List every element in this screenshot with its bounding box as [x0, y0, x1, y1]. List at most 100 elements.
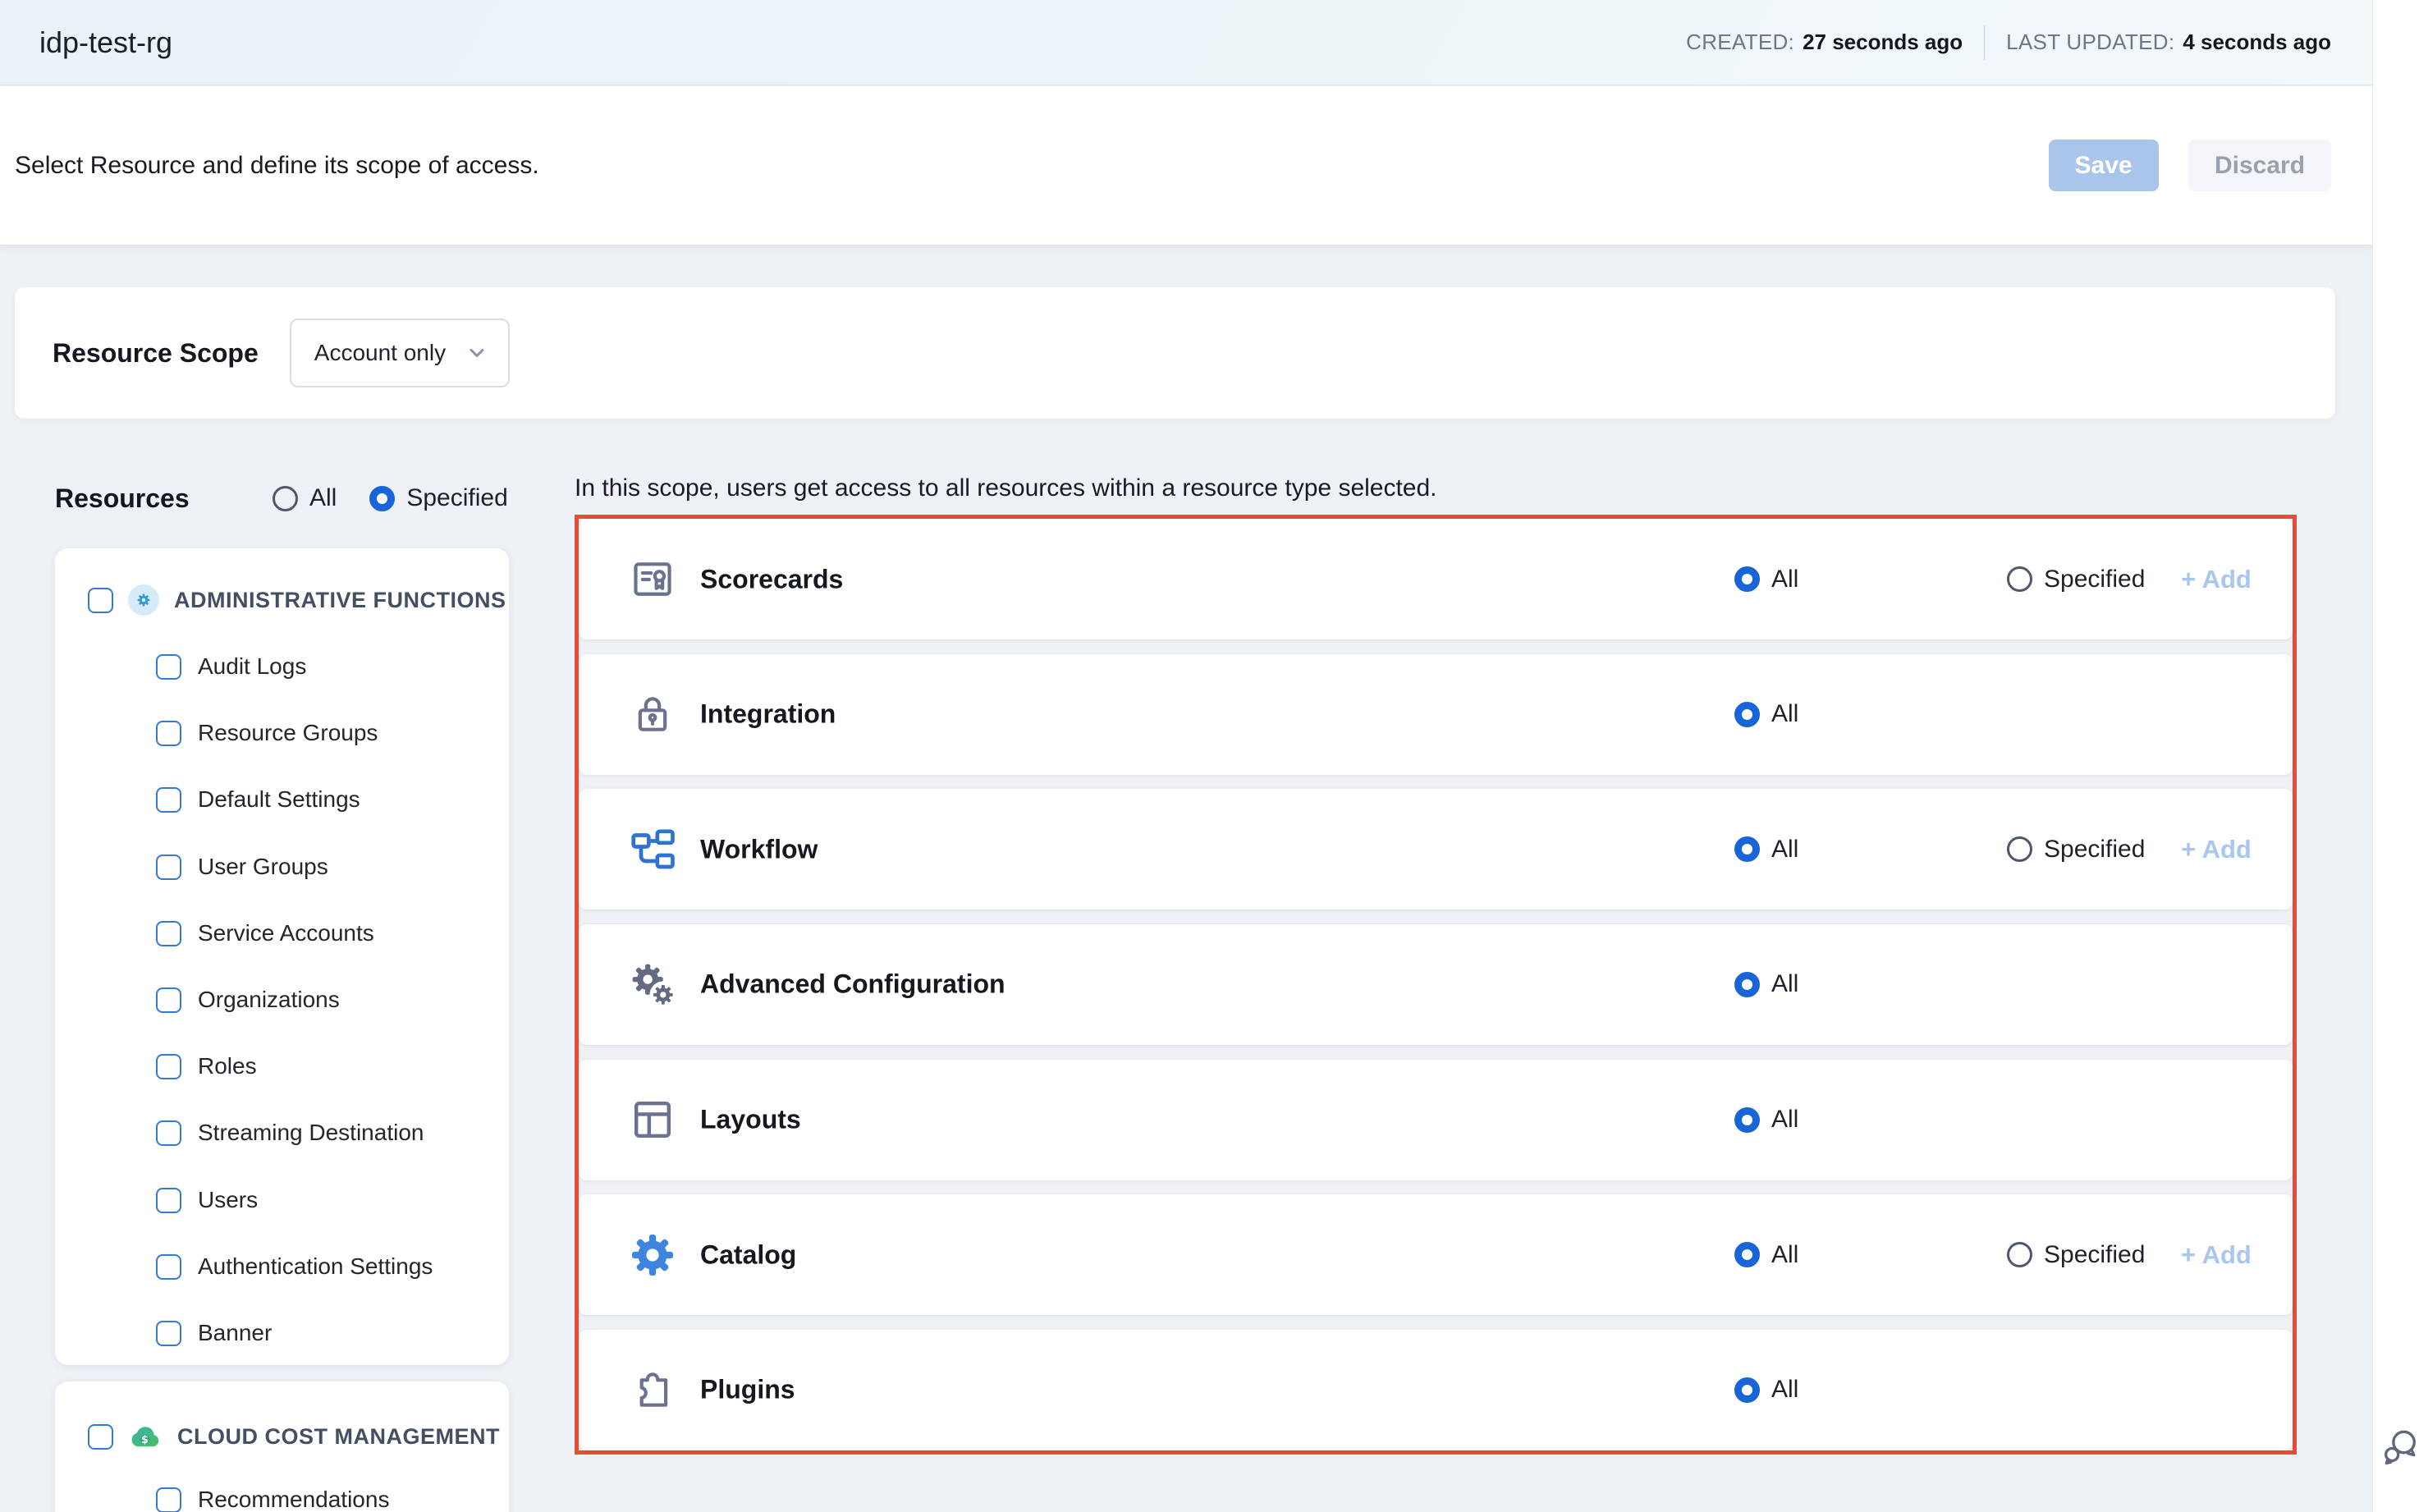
resource-type-label: Advanced Configuration	[700, 969, 1006, 1000]
add-button[interactable]: + Add	[2181, 1240, 2252, 1270]
resource-item-row: Default Settings	[156, 779, 360, 820]
item-checkbox[interactable]	[156, 855, 181, 880]
resource-scope-value: Account only	[314, 340, 446, 366]
resource-type-label: Layouts	[700, 1105, 801, 1135]
resource-type-label: Catalog	[700, 1239, 796, 1270]
all-radio-group[interactable]: All	[1734, 970, 1798, 998]
resources-header: Resources All Specified	[55, 474, 508, 522]
resource-item-row: Organizations	[156, 979, 340, 1020]
resource-item-label: User Groups	[198, 854, 328, 880]
item-checkbox[interactable]	[156, 1120, 181, 1146]
resource-type-row: ScorecardsAllSpecified+ Add	[579, 519, 2293, 639]
updated-value: 4 seconds ago	[2183, 30, 2331, 55]
radio-selected-icon[interactable]	[1734, 972, 1760, 997]
resource-item-label: Resource Groups	[198, 720, 378, 746]
created-label: CREATED:	[1686, 30, 1794, 55]
resource-item-row: Users	[156, 1180, 258, 1221]
resource-type-label: Workflow	[700, 834, 818, 864]
resource-scope-dropdown[interactable]: Account only	[290, 318, 510, 387]
specified-radio-group[interactable]: Specified	[2007, 836, 2145, 864]
all-radio-label[interactable]: All	[1771, 970, 1798, 998]
group-checkbox[interactable]	[88, 1424, 113, 1450]
add-button[interactable]: + Add	[2181, 835, 2252, 864]
radio-selected-icon[interactable]	[1734, 1242, 1760, 1267]
radio-unselected-icon[interactable]	[273, 486, 298, 511]
radio-unselected-icon[interactable]	[2007, 1242, 2032, 1267]
item-checkbox[interactable]	[156, 1254, 181, 1280]
toolbar: Select Resource and define its scope of …	[0, 86, 2372, 245]
resources-specified-radio[interactable]: Specified	[369, 484, 507, 512]
scope-instruction: In this scope, users get access to all r…	[575, 474, 1437, 502]
chevron-down-icon	[465, 341, 488, 364]
item-checkbox[interactable]	[156, 921, 181, 946]
resource-item-label: Banner	[198, 1320, 272, 1346]
specified-radio-label[interactable]: Specified	[2044, 836, 2145, 864]
all-radio-group[interactable]: All	[1734, 1106, 1798, 1134]
resource-item-row: Roles	[156, 1046, 257, 1087]
radio-selected-icon[interactable]	[1734, 836, 1760, 862]
item-checkbox[interactable]	[156, 1487, 181, 1512]
all-radio-group[interactable]: All	[1734, 1376, 1798, 1404]
radio-selected-icon[interactable]	[369, 486, 395, 511]
all-radio-group[interactable]: All	[1734, 700, 1798, 728]
chat-help-icon[interactable]	[2380, 1426, 2421, 1467]
resources-specified-label[interactable]: Specified	[406, 484, 507, 512]
specified-radio-group[interactable]: Specified	[2007, 566, 2145, 593]
all-radio-label[interactable]: All	[1771, 1241, 1798, 1269]
all-radio-label[interactable]: All	[1771, 1106, 1798, 1134]
workflow-icon	[630, 827, 676, 873]
specified-radio-label[interactable]: Specified	[2044, 566, 2145, 593]
admin-functions-icon	[128, 584, 159, 616]
gears-icon	[630, 961, 676, 1007]
all-radio-group[interactable]: All	[1734, 566, 1798, 593]
resources-all-label[interactable]: All	[309, 484, 337, 512]
radio-unselected-icon[interactable]	[2007, 566, 2032, 592]
resource-item-row: Resource Groups	[156, 712, 378, 754]
resource-item-row: Audit Logs	[156, 646, 306, 687]
resource-item-label: Authentication Settings	[198, 1253, 433, 1280]
specified-radio-group[interactable]: Specified	[2007, 1241, 2145, 1269]
resource-type-row: Advanced Configuration All	[579, 924, 2293, 1045]
resource-group-page: idp-test-rg CREATED: 27 seconds ago LAST…	[0, 0, 2428, 1512]
radio-selected-icon[interactable]	[1734, 566, 1760, 592]
all-radio-group[interactable]: All	[1734, 836, 1798, 864]
item-checkbox[interactable]	[156, 721, 181, 746]
specified-radio-label[interactable]: Specified	[2044, 1241, 2145, 1269]
resource-type-row: IntegrationAll	[579, 654, 2293, 775]
resource-group-card-cloud-cost-management: $CLOUD COST MANAGEMENTRecommendations	[55, 1381, 509, 1512]
page-title: idp-test-rg	[39, 25, 172, 60]
resource-item-row: Service Accounts	[156, 913, 374, 954]
item-checkbox[interactable]	[156, 1188, 181, 1213]
layout-icon	[630, 1097, 676, 1143]
save-button[interactable]: Save	[2049, 140, 2159, 191]
resources-all-radio[interactable]: All	[273, 484, 337, 512]
meta-divider	[1984, 25, 1985, 60]
resource-item-label: Default Settings	[198, 786, 360, 813]
resource-item-row: Recommendations	[156, 1479, 389, 1512]
resource-item-label: Streaming Destination	[198, 1120, 424, 1146]
item-checkbox[interactable]	[156, 987, 181, 1013]
all-radio-group[interactable]: All	[1734, 1241, 1798, 1269]
all-radio-label[interactable]: All	[1771, 836, 1798, 864]
discard-button[interactable]: Discard	[2188, 140, 2331, 191]
all-radio-label[interactable]: All	[1771, 700, 1798, 728]
resource-item-label: Users	[198, 1187, 258, 1213]
radio-selected-icon[interactable]	[1734, 702, 1760, 727]
toolbar-instruction: Select Resource and define its scope of …	[15, 152, 539, 180]
resource-item-row: Authentication Settings	[156, 1246, 433, 1287]
group-checkbox[interactable]	[88, 588, 113, 613]
item-checkbox[interactable]	[156, 1054, 181, 1079]
resource-type-row: PluginsAll	[579, 1330, 2293, 1450]
all-radio-label[interactable]: All	[1771, 566, 1798, 593]
all-radio-label[interactable]: All	[1771, 1376, 1798, 1404]
resource-group-card-administrative-functions: ADMINISTRATIVE FUNCTIONSAudit LogsResour…	[55, 548, 509, 1365]
resource-item-label: Roles	[198, 1053, 257, 1079]
resource-type-row: Workflow All Specified + Add	[579, 789, 2293, 909]
item-checkbox[interactable]	[156, 1321, 181, 1346]
radio-selected-icon[interactable]	[1734, 1377, 1760, 1403]
radio-unselected-icon[interactable]	[2007, 836, 2032, 862]
radio-selected-icon[interactable]	[1734, 1107, 1760, 1133]
add-button[interactable]: + Add	[2181, 565, 2252, 594]
item-checkbox[interactable]	[156, 787, 181, 813]
item-checkbox[interactable]	[156, 654, 181, 680]
